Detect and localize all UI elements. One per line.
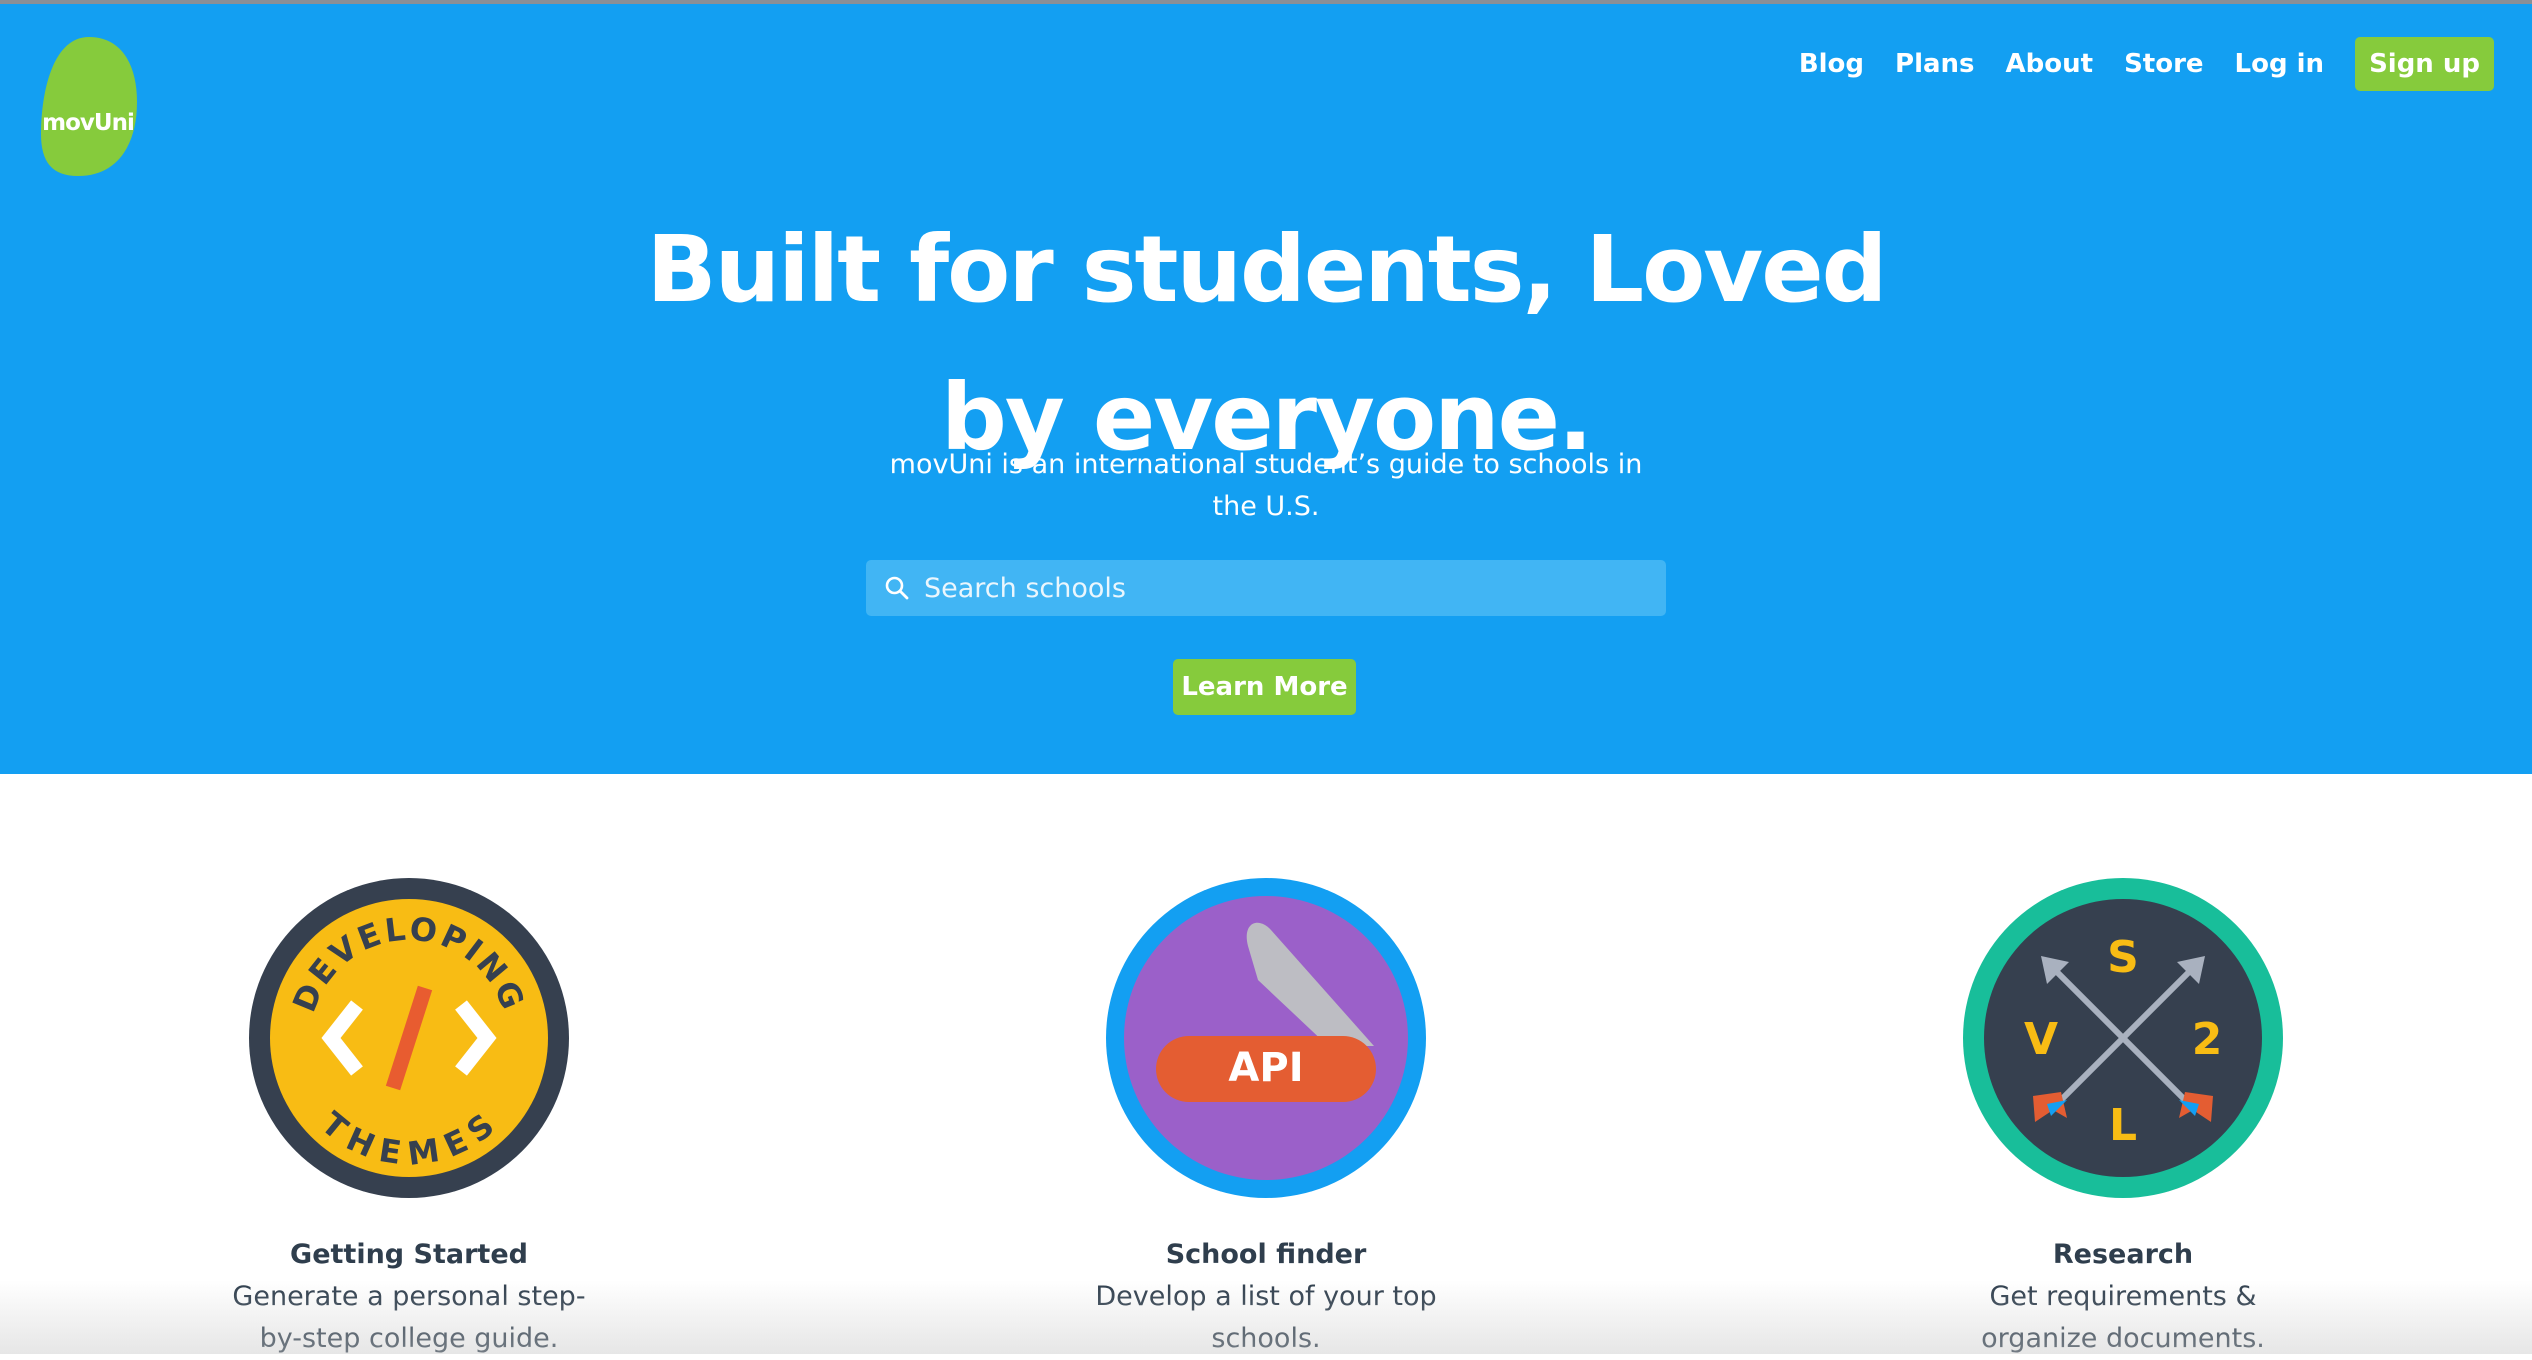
- feature-getting-started: DEVELOPING THEMES Getting Started Genera…: [109, 878, 709, 1360]
- hero-subtitle-line2: the U.S.: [1212, 491, 1320, 522]
- feature-research: S V 2 L Research Get requirements & orga…: [1823, 878, 2423, 1360]
- feature-description: Develop a list of your top schools.: [1086, 1276, 1446, 1360]
- logo-text: movUni: [42, 110, 134, 136]
- feature-description: Get requirements & organize documents.: [1943, 1276, 2303, 1360]
- hero-subtitle: movUni is an international student’s gui…: [866, 444, 1666, 528]
- search-icon: [885, 576, 909, 600]
- main-nav: Blog Plans About Store Log in Sign up: [1768, 34, 2494, 94]
- badge-letter-bottom: L: [2109, 1100, 2137, 1151]
- api-label: API: [1228, 1045, 1303, 1091]
- hero-title-line1: Built for students, Loved: [646, 216, 1887, 323]
- nav-about[interactable]: About: [2006, 49, 2094, 79]
- developing-themes-badge[interactable]: DEVELOPING THEMES: [249, 878, 569, 1198]
- feature-desc-line1: Develop a list of your top: [1095, 1281, 1437, 1312]
- nav-plans[interactable]: Plans: [1895, 49, 1975, 79]
- api-badge[interactable]: API: [1106, 878, 1426, 1198]
- crossed-arrows-badge[interactable]: S V 2 L: [1963, 878, 2283, 1198]
- nav-login[interactable]: Log in: [2235, 49, 2325, 79]
- feature-description: Generate a personal step- by-step colleg…: [229, 1276, 589, 1360]
- badge-letter-left: V: [2024, 1014, 2058, 1065]
- feature-desc-line1: Generate a personal step-: [232, 1281, 586, 1312]
- feature-desc-line2: by-step college guide.: [259, 1323, 559, 1354]
- feature-title: Research: [2052, 1239, 2194, 1270]
- badge-letter-top: S: [2107, 932, 2139, 983]
- feature-title: School finder: [1165, 1239, 1367, 1270]
- signup-button[interactable]: Sign up: [2355, 37, 2494, 91]
- nav-store[interactable]: Store: [2124, 49, 2203, 79]
- feature-title: Getting Started: [290, 1239, 528, 1270]
- hero-section: movUni Blog Plans About Store Log in Sig…: [0, 4, 2532, 774]
- feature-school-finder: API School finder Develop a list of your…: [966, 878, 1566, 1360]
- search-input[interactable]: [924, 572, 1666, 604]
- hero-subtitle-line1: movUni is an international student’s gui…: [889, 449, 1643, 480]
- search-bar[interactable]: [866, 560, 1666, 616]
- feature-desc-line1: Get requirements &: [1989, 1281, 2257, 1312]
- movuni-logo[interactable]: movUni: [38, 34, 140, 179]
- feature-desc-line2: organize documents.: [1981, 1323, 2265, 1354]
- feature-desc-line2: schools.: [1211, 1323, 1321, 1354]
- badge-letter-right: 2: [2192, 1014, 2223, 1065]
- learn-more-button[interactable]: Learn More: [1173, 659, 1356, 715]
- nav-blog[interactable]: Blog: [1799, 49, 1864, 79]
